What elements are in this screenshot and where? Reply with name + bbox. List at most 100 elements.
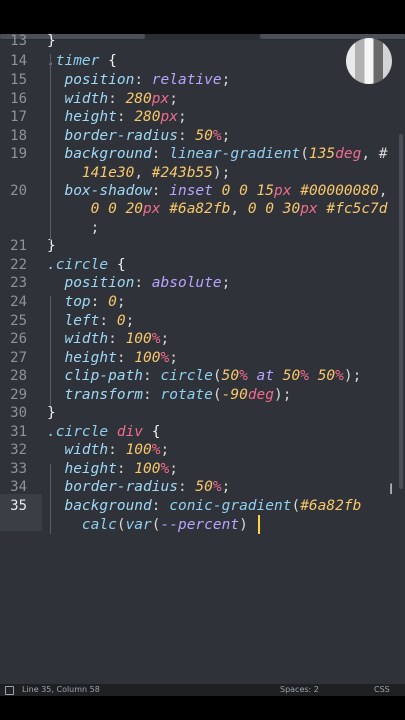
code-token: ;: [160, 331, 170, 347]
code-token: ,: [230, 201, 248, 217]
code-line[interactable]: box-shadow: inset 0 0 15px #00000080,: [47, 182, 387, 200]
code-token: %: [151, 442, 161, 458]
line-number: 31: [10, 424, 27, 440]
code-token: }: [47, 405, 56, 421]
code-token: conic-gradient: [169, 498, 292, 514]
code-token: 100: [125, 442, 152, 458]
code-line-wrap[interactable]: ;: [47, 219, 100, 237]
code-line[interactable]: .circle {: [47, 256, 126, 274]
line-number: 17: [10, 109, 27, 125]
code-line[interactable]: .timer {: [47, 52, 117, 70]
indentation-setting[interactable]: Spaces: 2: [280, 685, 319, 694]
line-number: 25: [10, 313, 27, 329]
code-token: :: [134, 72, 152, 88]
code-token: }: [47, 34, 56, 49]
code-token: );: [274, 387, 292, 403]
panel-toggle-icon[interactable]: [5, 686, 14, 695]
code-token: (: [212, 368, 222, 384]
code-token: (: [300, 146, 309, 162]
code-line[interactable]: top: 0;: [47, 293, 125, 311]
code-token: position: [47, 275, 135, 291]
line-number: 23: [10, 275, 27, 291]
code-token: height: [47, 350, 117, 366]
code-line[interactable]: clip-path: circle(50% at 50% 50%);: [47, 367, 361, 385]
line-number: 22: [10, 257, 27, 273]
code-token: .circle: [47, 257, 109, 273]
code-token: :: [116, 461, 135, 477]
code-line[interactable]: }: [47, 34, 56, 50]
syntax-mode[interactable]: CSS: [374, 685, 390, 694]
code-line[interactable]: position: relative;: [47, 71, 230, 89]
code-line[interactable]: }: [47, 404, 56, 422]
code-line[interactable]: border-radius: 50%;: [47, 478, 230, 496]
code-line-wrap[interactable]: 141e30, #243b55);: [47, 164, 230, 182]
code-token: relative: [151, 72, 222, 88]
indent-guide: [50, 296, 51, 406]
code-line[interactable]: left: 0;: [47, 312, 134, 330]
code-token: (: [151, 517, 161, 533]
code-line[interactable]: height: 280px;: [47, 108, 187, 126]
code-token: ;: [221, 479, 231, 495]
code-token: #243b55: [151, 165, 213, 181]
code-token: 280: [134, 109, 161, 125]
line-number: 24: [10, 294, 27, 310]
line-number: 20: [10, 183, 27, 199]
line-number: 21: [10, 238, 27, 254]
code-line-wrap[interactable]: calc(var(--percent): [47, 516, 257, 534]
code-token: #00000080: [300, 183, 379, 199]
code-token: rotate: [160, 387, 213, 403]
code-token: );: [212, 165, 231, 181]
code-token: ;: [221, 275, 231, 291]
code-token: :: [151, 183, 170, 199]
code-token: ;: [125, 313, 135, 329]
code-token: 0: [108, 294, 117, 310]
code-token: width: [47, 331, 109, 347]
code-token: ;: [169, 350, 178, 366]
cursor-position: Line 35, Column 58: [22, 685, 100, 694]
code-line[interactable]: background: conic-gradient(#6a82fb: [47, 497, 361, 515]
code-line[interactable]: width: 100%;: [47, 330, 169, 348]
code-token: -90: [221, 387, 248, 403]
code-line[interactable]: height: 100%;: [47, 349, 178, 367]
code-token: border-radius: [47, 479, 178, 495]
code-token: {: [99, 53, 117, 69]
code-token: 50: [221, 368, 240, 384]
code-token: position: [47, 72, 135, 88]
code-line[interactable]: transform: rotate(-90deg);: [47, 386, 292, 404]
line-number: 35: [10, 498, 27, 514]
code-token: circle: [160, 368, 213, 384]
code-token: deg: [247, 387, 275, 403]
code-line-wrap[interactable]: 0 0 20px #6a82fb, 0 0 30px #fc5c7d: [47, 200, 388, 218]
code-editor[interactable]: 13 14 15 16 17 18 19 20 21 22 23 24 25 26 27 28 29 30 31 32…: [0, 34, 405, 684]
code-token: (: [116, 517, 126, 533]
code-line[interactable]: width: 100%;: [47, 441, 169, 459]
code-token: ;: [221, 72, 231, 88]
indent-guide: [50, 54, 51, 242]
line-number: 16: [10, 91, 27, 107]
line-number: 13: [10, 34, 27, 49]
line-number: 14: [10, 53, 27, 69]
horizontal-scrollbar[interactable]: [0, 34, 405, 40]
code-line[interactable]: .circle div {: [47, 423, 161, 441]
code-line[interactable]: width: 280px;: [47, 90, 178, 108]
code-token: 135: [308, 146, 336, 162]
code-token: ;: [177, 109, 187, 125]
code-token: ;: [169, 461, 178, 477]
code-token: ,: [134, 165, 152, 181]
code-line[interactable]: height: 100%;: [47, 460, 178, 478]
code-line[interactable]: }: [47, 237, 56, 255]
code-token: background: [47, 498, 152, 514]
code-line[interactable]: background: linear-gradient(135deg, #: [47, 145, 387, 163]
code-token: 100: [125, 331, 152, 347]
code-token: px: [151, 91, 170, 107]
code-line[interactable]: position: absolute;: [47, 274, 230, 292]
code-token: #fc5c7d: [326, 201, 388, 217]
code-token: (: [291, 498, 301, 514]
code-token: :: [108, 91, 126, 107]
code-token: :: [116, 109, 135, 125]
scrollbar-thumb-secondary[interactable]: [260, 34, 405, 39]
code-line[interactable]: border-radius: 50%;: [47, 127, 230, 145]
vertical-scrollbar[interactable]: [399, 134, 403, 489]
code-token: inset: [169, 183, 222, 199]
line-number: 30: [10, 405, 27, 421]
